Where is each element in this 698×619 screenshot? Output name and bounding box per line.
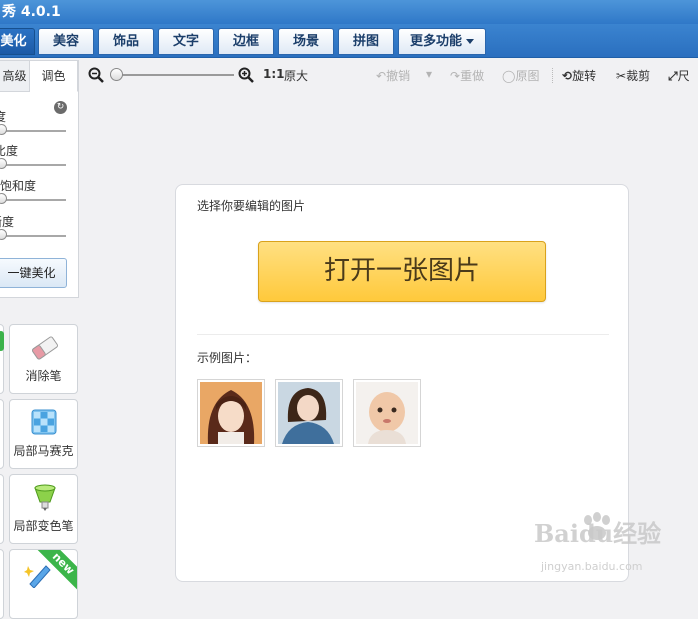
crop-label: 裁剪 bbox=[626, 69, 651, 83]
zoom-slider-knob[interactable] bbox=[110, 68, 123, 81]
slider-sharpness[interactable] bbox=[0, 235, 66, 237]
undo-label: 撤销 bbox=[386, 69, 411, 83]
tab-accessories[interactable]: 饰品 bbox=[98, 28, 154, 55]
tool-local-color-brush[interactable]: 局部变色笔 bbox=[9, 474, 78, 544]
color-brush-icon bbox=[34, 484, 56, 511]
rotate-icon: ⟲ bbox=[562, 69, 573, 83]
slider-brightness[interactable] bbox=[0, 130, 66, 132]
slider-saturation-knob[interactable] bbox=[0, 193, 7, 204]
example-photo-2[interactable] bbox=[275, 379, 343, 447]
mosaic-icon bbox=[31, 409, 57, 435]
crop-icon: ✂ bbox=[616, 69, 627, 83]
resize-label: 尺 bbox=[677, 69, 690, 83]
select-image-prompt: 选择你要编辑的图片 bbox=[197, 199, 306, 213]
slider-brightness-knob[interactable] bbox=[0, 124, 7, 135]
redo-icon: ↷ bbox=[450, 69, 461, 83]
tool-local-mosaic[interactable]: 局部马赛克 bbox=[9, 399, 78, 469]
chevron-down-icon bbox=[466, 39, 474, 44]
eraser-icon bbox=[32, 336, 58, 360]
watermark-url: jingyan.baidu.com bbox=[541, 560, 643, 573]
tool-local-color-brush-label: 局部变色笔 bbox=[13, 519, 74, 533]
crop-button[interactable]: ✂裁剪 bbox=[616, 67, 650, 84]
tool-card-partial[interactable] bbox=[0, 549, 4, 619]
slider-saturation[interactable] bbox=[0, 199, 66, 201]
slider-label-sharpness: 清晰度 bbox=[0, 215, 15, 229]
example-photo-1-image bbox=[200, 382, 262, 444]
tab-scenes[interactable]: 场景 bbox=[278, 28, 334, 55]
app-title: 秀 4.0.1 bbox=[2, 4, 61, 20]
resize-icon: ⤢ bbox=[668, 69, 678, 83]
example-photo-1[interactable] bbox=[197, 379, 265, 447]
watermark-brand: Baidu经验 bbox=[534, 519, 662, 548]
toolbar-separator bbox=[552, 68, 553, 83]
original-image-icon: ◯ bbox=[502, 69, 516, 83]
original-image-button[interactable]: ◯原图 bbox=[502, 67, 539, 84]
card-divider bbox=[197, 334, 609, 335]
slider-contrast[interactable] bbox=[0, 164, 66, 166]
tool-card-partial[interactable] bbox=[0, 324, 4, 394]
resize-button[interactable]: ⤢尺 bbox=[668, 67, 690, 84]
zoom-out-icon[interactable] bbox=[88, 67, 104, 83]
tool-eraser[interactable]: 消除笔 bbox=[9, 324, 78, 394]
redo-button[interactable]: ↷重做 bbox=[450, 67, 484, 84]
window-title-bar: 秀 4.0.1 bbox=[0, 0, 698, 24]
tab-text[interactable]: 文字 bbox=[158, 28, 214, 55]
redo-label: 重做 bbox=[460, 69, 485, 83]
tool-magic-pen[interactable]: new bbox=[9, 549, 78, 619]
example-photo-2-image bbox=[278, 382, 340, 444]
zoom-ratio[interactable]: 1:1 bbox=[263, 67, 285, 81]
undo-icon: ↶ bbox=[376, 69, 387, 83]
zoom-in-icon[interactable] bbox=[238, 67, 254, 83]
slider-label-saturation: 色彩饱和度 bbox=[0, 179, 37, 193]
examples-label: 示例图片： bbox=[197, 351, 258, 365]
example-photo-3[interactable] bbox=[353, 379, 421, 447]
main-tab-bar: 美化 美容 饰品 文字 边框 场景 拼图 更多功能 bbox=[0, 24, 698, 58]
slider-label-contrast: 对比度 bbox=[0, 144, 19, 158]
tab-more-features[interactable]: 更多功能 bbox=[398, 28, 486, 55]
undo-button[interactable]: ↶撤销 bbox=[376, 67, 410, 84]
tab-more-features-label: 更多功能 bbox=[409, 34, 462, 49]
editor-toolbar: 1:1 原大 ↶撤销 ▾ ↷重做 ◯原图 ⟲旋转 ✂裁剪 ⤢尺 bbox=[86, 62, 698, 90]
adjust-panel: 高级 调色 ↻ 亮度 对比度 色彩饱和度 清晰度 一键美化 bbox=[0, 60, 79, 298]
slider-contrast-knob[interactable] bbox=[0, 158, 7, 169]
tool-card-partial[interactable] bbox=[0, 474, 4, 544]
tab-beauty[interactable]: 美容 bbox=[38, 28, 94, 55]
tab-collage[interactable]: 拼图 bbox=[338, 28, 394, 55]
undo-dropdown[interactable]: ▾ bbox=[426, 67, 432, 81]
rotate-button[interactable]: ⟲旋转 bbox=[562, 67, 596, 84]
original-size-button[interactable]: 原大 bbox=[284, 67, 308, 84]
tool-local-mosaic-label: 局部马赛克 bbox=[13, 444, 74, 458]
rotate-label: 旋转 bbox=[572, 69, 597, 83]
slider-label-brightness: 亮度 bbox=[0, 110, 7, 124]
tab-frames[interactable]: 边框 bbox=[218, 28, 274, 55]
partial-tool-icon bbox=[0, 331, 4, 351]
magic-pen-icon bbox=[24, 565, 51, 588]
tab-beautify[interactable]: 美化 bbox=[0, 28, 35, 55]
original-image-label: 原图 bbox=[515, 69, 540, 83]
open-image-button[interactable]: 打开一张图片 bbox=[258, 241, 546, 302]
zoom-slider[interactable] bbox=[116, 74, 234, 76]
one-key-beautify-button[interactable]: 一键美化 bbox=[0, 258, 67, 288]
tool-eraser-label: 消除笔 bbox=[25, 369, 62, 383]
slider-sharpness-knob[interactable] bbox=[0, 229, 7, 240]
tool-card-partial[interactable] bbox=[0, 399, 4, 469]
example-photo-3-image bbox=[356, 382, 418, 444]
